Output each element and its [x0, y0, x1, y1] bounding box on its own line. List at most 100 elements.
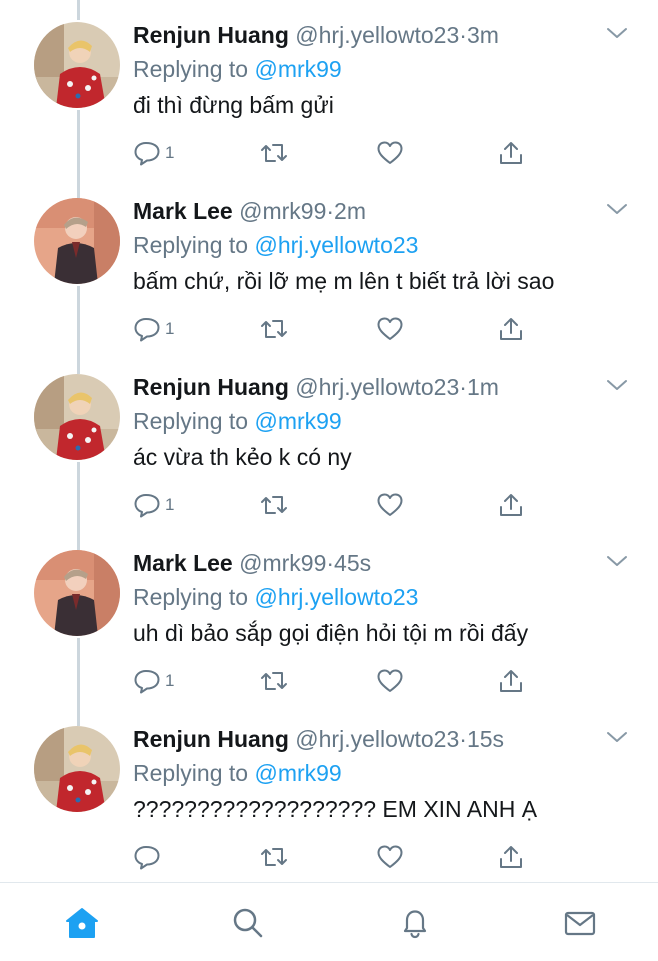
share-icon	[500, 670, 522, 692]
chevron-down-icon[interactable]	[606, 378, 628, 397]
mention-link[interactable]: @mrk99	[254, 408, 341, 434]
tweet-text: bấm chứ, rồi lỡ mẹ m lên t biết trả lời …	[133, 268, 555, 294]
avatar-renjun[interactable]	[34, 22, 120, 108]
reply-button[interactable]: 1	[133, 492, 174, 518]
timestamp[interactable]: 2m	[334, 198, 366, 224]
timestamp[interactable]: 1m	[467, 374, 499, 400]
mention-link[interactable]: @mrk99	[254, 56, 341, 82]
author-name[interactable]: Mark Lee	[133, 198, 233, 224]
replying-prefix: Replying to	[133, 760, 249, 786]
reply-button[interactable]: 1	[133, 316, 174, 342]
timestamp[interactable]: 3m	[467, 22, 499, 48]
tweet[interactable]: Mark Lee @mrk99·45s Replying to @hrj.yel…	[0, 528, 658, 704]
mention-link[interactable]: @mrk99	[254, 760, 341, 786]
reply-icon	[134, 846, 160, 870]
avatar-mark[interactable]	[34, 198, 120, 284]
retweet-icon	[261, 496, 287, 514]
tab-home[interactable]	[62, 903, 102, 943]
tweet[interactable]: Mark Lee @mrk99·2m Replying to @hrj.yell…	[0, 176, 658, 352]
replying-to: Replying to @hrj.yellowto23	[133, 584, 418, 611]
reply-button[interactable]	[133, 844, 165, 870]
like-button[interactable]	[376, 844, 404, 870]
share-button[interactable]	[497, 492, 525, 518]
reply-icon	[134, 142, 160, 166]
avatar-mark[interactable]	[34, 550, 120, 636]
author-name[interactable]: Renjun Huang	[133, 374, 289, 400]
replying-to: Replying to @mrk99	[133, 760, 342, 787]
tweet[interactable]: Renjun Huang @hrj.yellowto23·1m Replying…	[0, 352, 658, 528]
author-handle[interactable]: @hrj.yellowto23	[295, 374, 459, 400]
retweet-icon	[261, 320, 287, 338]
retweet-icon	[261, 848, 287, 866]
chevron-down-icon[interactable]	[606, 26, 628, 45]
search-icon	[233, 908, 263, 938]
tab-messages[interactable]	[560, 903, 600, 943]
author-handle[interactable]: @hrj.yellowto23	[295, 22, 459, 48]
avatar-renjun[interactable]	[34, 374, 120, 460]
tweet-header: Mark Lee @mrk99·2m	[133, 198, 366, 225]
reply-count: 1	[165, 143, 175, 162]
tab-notifications[interactable]	[395, 903, 435, 943]
tweet[interactable]: Renjun Huang @hrj.yellowto23·15s Replyin…	[0, 704, 658, 880]
share-button[interactable]	[497, 844, 525, 870]
heart-icon	[377, 141, 403, 164]
chevron-down-icon[interactable]	[606, 730, 628, 749]
author-handle[interactable]: @hrj.yellowto23	[295, 726, 459, 752]
share-button[interactable]	[497, 140, 525, 166]
chevron-down-icon[interactable]	[606, 202, 628, 221]
reply-button[interactable]: 1	[133, 140, 174, 166]
share-icon	[500, 318, 522, 340]
tweet-header: Renjun Huang @hrj.yellowto23·1m	[133, 374, 499, 401]
replying-to: Replying to @mrk99	[133, 56, 342, 83]
author-handle[interactable]: @mrk99	[239, 198, 326, 224]
tweet-actions: 1	[133, 140, 553, 168]
chevron-down-icon[interactable]	[606, 554, 628, 573]
reply-icon	[134, 494, 160, 518]
author-name[interactable]: Mark Lee	[133, 550, 233, 576]
tweet[interactable]: Renjun Huang @hrj.yellowto23·3m Replying…	[0, 0, 658, 176]
heart-icon	[377, 845, 403, 868]
like-button[interactable]	[376, 316, 404, 342]
tweet-header: Mark Lee @mrk99·45s	[133, 550, 371, 577]
retweet-button[interactable]	[259, 140, 289, 166]
author-name[interactable]: Renjun Huang	[133, 22, 289, 48]
timestamp[interactable]: 45s	[334, 550, 371, 576]
share-button[interactable]	[497, 668, 525, 694]
reply-count: 1	[165, 319, 175, 338]
heart-icon	[377, 493, 403, 516]
tweet-thread: Renjun Huang @hrj.yellowto23·3m Replying…	[0, 0, 658, 880]
share-icon	[500, 142, 522, 164]
reply-icon	[134, 318, 160, 342]
retweet-button[interactable]	[259, 844, 289, 870]
reply-button[interactable]: 1	[133, 668, 174, 694]
like-button[interactable]	[376, 668, 404, 694]
replying-prefix: Replying to	[133, 56, 249, 82]
replying-to: Replying to @hrj.yellowto23	[133, 232, 418, 259]
mention-link[interactable]: @hrj.yellowto23	[254, 232, 418, 258]
replying-prefix: Replying to	[133, 408, 249, 434]
tab-search[interactable]	[228, 903, 268, 943]
tweet-text: đi thì đừng bấm gửi	[133, 92, 334, 118]
tweet-actions: 1	[133, 316, 553, 344]
separator: ·	[459, 374, 467, 400]
tweet-text: uh dì bảo sắp gọi điện hỏi tội m rồi đấy	[133, 620, 529, 646]
author-handle[interactable]: @mrk99	[239, 550, 326, 576]
like-button[interactable]	[376, 140, 404, 166]
mention-link[interactable]: @hrj.yellowto23	[254, 584, 418, 610]
tweet-actions: 1	[133, 492, 553, 520]
notifications-icon	[403, 910, 427, 939]
retweet-button[interactable]	[259, 492, 289, 518]
author-name[interactable]: Renjun Huang	[133, 726, 289, 752]
bottom-tab-bar	[0, 882, 658, 961]
heart-icon	[377, 669, 403, 692]
retweet-button[interactable]	[259, 316, 289, 342]
retweet-button[interactable]	[259, 668, 289, 694]
like-button[interactable]	[376, 492, 404, 518]
home-icon	[66, 908, 98, 938]
timestamp[interactable]: 15s	[467, 726, 504, 752]
share-button[interactable]	[497, 316, 525, 342]
reply-icon	[134, 670, 160, 694]
separator: ·	[459, 726, 467, 752]
heart-icon	[377, 317, 403, 340]
avatar-renjun[interactable]	[34, 726, 120, 812]
